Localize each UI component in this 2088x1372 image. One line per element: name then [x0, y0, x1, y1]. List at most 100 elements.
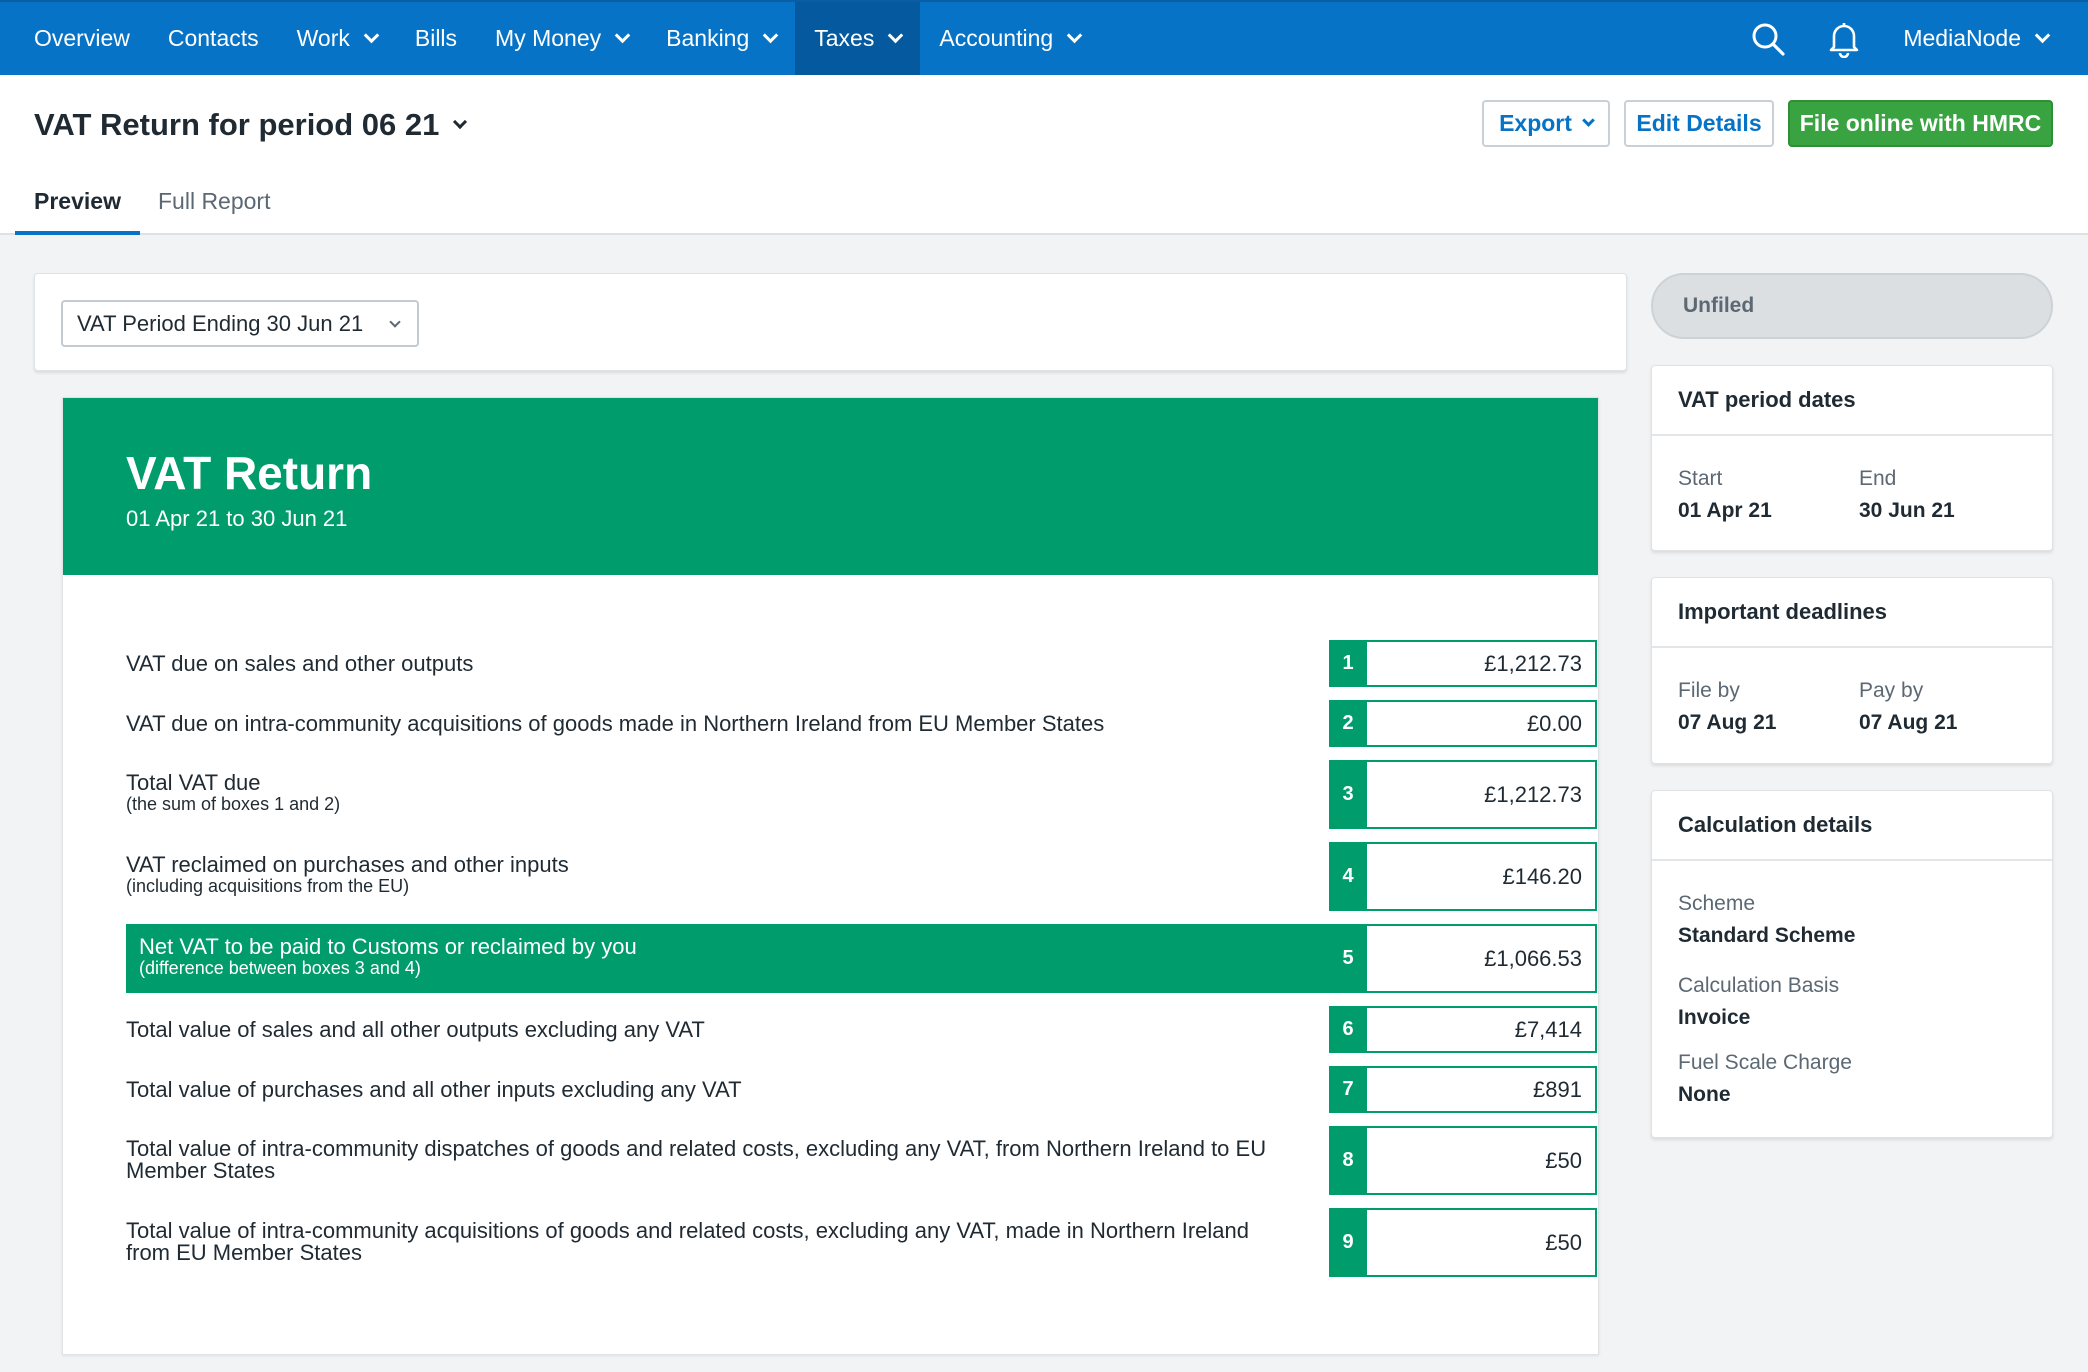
edit-details-button[interactable]: Edit Details — [1624, 100, 1774, 147]
vat-box-row-6: Total value of sales and all other outpu… — [126, 1006, 1597, 1053]
period-selector-card: VAT Period Ending 30 Jun 21 — [34, 273, 1627, 371]
nav-my-money[interactable]: My Money — [476, 2, 647, 75]
status-text: Unfiled — [1683, 294, 1755, 317]
box-value[interactable]: £50 — [1367, 1208, 1597, 1277]
tab-preview[interactable]: Preview — [15, 188, 140, 235]
org-name: MediaNode — [1903, 25, 2021, 51]
card-title: VAT period dates — [1652, 366, 2052, 436]
vat-box-row-3: Total VAT due (the sum of boxes 1 and 2) … — [126, 760, 1597, 829]
file-by-date: File by 07 Aug 21 — [1678, 679, 1776, 735]
nav-accounting[interactable]: Accounting — [920, 2, 1099, 75]
nav-label: My Money — [495, 25, 602, 51]
card-title: Calculation details — [1652, 791, 2052, 861]
fuel-scale-charge-field: Fuel Scale Charge None — [1678, 1051, 1852, 1107]
search-icon[interactable] — [1733, 2, 1803, 75]
chevron-down-icon — [614, 27, 631, 44]
vat-box-row-1: VAT due on sales and other outputs 1 £1,… — [126, 640, 1597, 687]
report-header: VAT Return 01 Apr 21 to 30 Jun 21 — [63, 398, 1598, 575]
chevron-down-icon — [888, 27, 904, 44]
export-button[interactable]: Export — [1482, 100, 1610, 147]
field-label: File by — [1678, 679, 1740, 702]
vat-period-select[interactable]: VAT Period Ending 30 Jun 21 — [61, 300, 419, 347]
box-description-sub: (including acquisitions from the EU) — [126, 876, 410, 896]
box-number: 7 — [1329, 1066, 1367, 1113]
chevron-down-icon — [762, 27, 779, 44]
nav-bills[interactable]: Bills — [396, 2, 476, 75]
nav-banking[interactable]: Banking — [647, 2, 795, 75]
nav-label: Bills — [414, 25, 458, 51]
chevron-down-icon — [453, 114, 468, 130]
card-title: Important deadlines — [1652, 578, 2052, 648]
nav-overview[interactable]: Overview — [0, 2, 149, 75]
box-description: Total value of purchases and all other i… — [126, 1077, 742, 1102]
nav-contacts[interactable]: Contacts — [149, 2, 278, 75]
nav-label: Work — [296, 25, 350, 51]
vat-period-value: VAT Period Ending 30 Jun 21 — [77, 310, 364, 336]
organisation-switcher[interactable]: MediaNode — [1879, 25, 2088, 52]
start-date: Start 01 Apr 21 — [1678, 467, 1772, 523]
page-title: VAT Return for period 06 21 — [34, 107, 440, 142]
vat-box-row-2: VAT due on intra-community acquisitions … — [126, 700, 1597, 747]
nav-label: Banking — [666, 25, 750, 51]
tab-full-report[interactable]: Full Report — [158, 188, 270, 235]
box-value[interactable]: £1,066.53 — [1367, 924, 1597, 993]
field-value: 01 Apr 21 — [1678, 499, 1772, 522]
field-value: Standard Scheme — [1678, 924, 1856, 947]
box-value[interactable]: £1,212.73 — [1367, 640, 1597, 687]
calculation-basis-field: Calculation Basis Invoice — [1678, 974, 1839, 1030]
box-description: Total value of intra-community acquisiti… — [126, 1218, 1249, 1265]
nav-label: Overview — [34, 25, 130, 51]
box-number: 4 — [1329, 842, 1367, 911]
box-value[interactable]: £7,414 — [1367, 1006, 1597, 1053]
tab-label: Full Report — [158, 188, 271, 214]
tab-label: Preview — [34, 188, 121, 214]
top-navigation: Overview Contacts Work Bills My Money Ba… — [0, 0, 2088, 75]
box-description: Total VAT due (the sum of boxes 1 and 2) — [126, 770, 340, 815]
vat-box-row-9: Total value of intra-community acquisiti… — [126, 1208, 1597, 1277]
box-description-text: Net VAT to be paid to Customs or reclaim… — [139, 934, 637, 959]
box-description-text: Total VAT due — [126, 770, 261, 795]
pay-by-date: Pay by 07 Aug 21 — [1859, 679, 1957, 735]
box-value[interactable]: £50 — [1367, 1126, 1597, 1195]
box-value[interactable]: £0.00 — [1367, 700, 1597, 747]
box-description: VAT reclaimed on purchases and other inp… — [126, 854, 569, 897]
field-value: 30 Jun 21 — [1859, 499, 1955, 522]
file-online-hmrc-button[interactable]: File online with HMRC — [1788, 100, 2053, 147]
box-description: Net VAT to be paid to Customs or reclaim… — [139, 934, 637, 979]
box-number: 3 — [1329, 760, 1367, 829]
box-number: 2 — [1329, 700, 1367, 747]
box-description: VAT due on sales and other outputs — [126, 651, 474, 676]
box-value[interactable]: £891 — [1367, 1066, 1597, 1113]
export-label: Export — [1499, 110, 1572, 136]
important-deadlines-card: Important deadlines File by 07 Aug 21 Pa… — [1651, 577, 2053, 764]
nav-work[interactable]: Work — [278, 2, 396, 75]
box-number: 9 — [1329, 1208, 1367, 1277]
status-badge: Unfiled — [1651, 273, 2053, 339]
vat-box-row-7: Total value of purchases and all other i… — [126, 1066, 1597, 1113]
chevron-down-icon — [2034, 27, 2051, 44]
chevron-down-icon — [363, 27, 380, 44]
box-description: Total value of intra-community dispatche… — [126, 1136, 1267, 1183]
end-date: End 30 Jun 21 — [1859, 467, 1955, 523]
nav-right-group: MediaNode — [1733, 2, 2088, 75]
box-value[interactable]: £1,212.73 — [1367, 760, 1597, 829]
box-number: 5 — [1329, 924, 1367, 993]
field-label: End — [1859, 467, 1897, 490]
field-label: Start — [1678, 467, 1723, 490]
box-number: 8 — [1329, 1126, 1367, 1195]
vat-box-row-8: Total value of intra-community dispatche… — [126, 1126, 1597, 1195]
field-label: Calculation Basis — [1678, 974, 1840, 997]
report-dates: 01 Apr 21 to 30 Jun 21 — [126, 506, 348, 531]
box-number: 6 — [1329, 1006, 1367, 1053]
edit-details-label: Edit Details — [1636, 110, 1762, 136]
nav-taxes[interactable]: Taxes — [795, 2, 921, 75]
page-header: VAT Return for period 06 21 Export Edit … — [0, 75, 2088, 235]
scheme-field: Scheme Standard Scheme — [1678, 892, 1855, 948]
field-label: Pay by — [1859, 679, 1924, 702]
nav-label: Taxes — [814, 25, 875, 51]
report-title: VAT Return — [126, 447, 373, 499]
field-value: Invoice — [1678, 1006, 1751, 1029]
box-value[interactable]: £146.20 — [1367, 842, 1597, 911]
page-title-dropdown[interactable]: VAT Return for period 06 21 — [34, 107, 468, 143]
bell-icon[interactable] — [1809, 2, 1879, 75]
